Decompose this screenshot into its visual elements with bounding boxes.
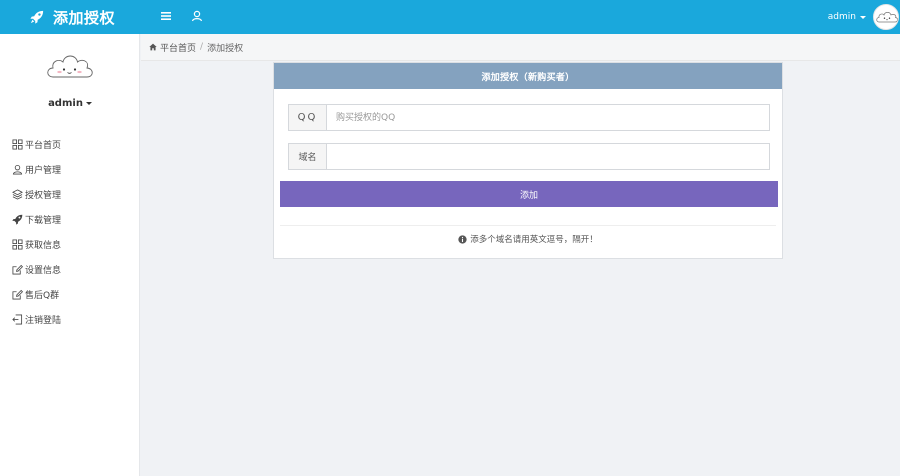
cloud-avatar-icon [876, 12, 898, 23]
layers-icon [12, 189, 23, 200]
edit-icon [12, 289, 23, 300]
sidebar: admin 平台首页 用户管理 授权管理 下载管理 获取信息 设置信息 售后Q群… [0, 34, 140, 476]
cloud-avatar-icon[interactable] [45, 50, 95, 82]
sidebar-item-users[interactable]: 用户管理 [12, 157, 137, 182]
domain-input-group: 域名 [288, 143, 770, 170]
help-tip-text: 添多个域名请用英文逗号，隔开！ [470, 235, 598, 245]
breadcrumb: 平台首页 / 添加授权 [141, 34, 900, 61]
help-tip: 添多个域名请用英文逗号，隔开！ [274, 233, 782, 245]
user-menu-toggle[interactable]: admin [828, 0, 866, 34]
qq-label: QQ [289, 105, 327, 130]
add-license-panel: 添加授权（新购买者） QQ 域名 添加 添多个域名请用英文逗号，隔开！ [273, 62, 783, 259]
caret-down-icon [85, 101, 92, 105]
domain-label: 域名 [289, 144, 327, 169]
sidebar-item-downloads[interactable]: 下载管理 [12, 207, 137, 232]
sidebar-item-fetch-info[interactable]: 获取信息 [12, 232, 137, 257]
sidebar-item-label: 设置信息 [25, 266, 62, 276]
grid-icon [12, 139, 23, 150]
sidebar-item-label: 下载管理 [25, 216, 62, 226]
grid-icon [12, 239, 23, 250]
sidebar-item-settings[interactable]: 设置信息 [12, 257, 137, 282]
user-name: admin [827, 12, 856, 22]
sidebar-item-label: 授权管理 [25, 191, 62, 201]
divider [280, 225, 776, 226]
user-icon [12, 164, 23, 175]
qq-input[interactable] [327, 105, 769, 130]
breadcrumb-home-label: 平台首页 [160, 43, 197, 54]
brand: 添加授权 [30, 0, 115, 34]
sidebar-item-support-group[interactable]: 售后Q群 [12, 282, 137, 307]
avatar[interactable] [873, 4, 899, 30]
page-title: 添加授权 [53, 8, 116, 27]
breadcrumb-current: 添加授权 [207, 43, 244, 54]
menu-toggle-icon[interactable] [160, 10, 172, 22]
sidebar-item-logout[interactable]: 注销登陆 [12, 307, 137, 332]
edit-icon [12, 264, 23, 275]
logout-icon [12, 314, 23, 325]
sidebar-item-label: 售后Q群 [25, 291, 60, 301]
info-circle-icon [458, 234, 467, 244]
breadcrumb-separator: / [200, 42, 204, 52]
add-button[interactable]: 添加 [280, 181, 778, 207]
sidebar-user-name: admin [48, 98, 83, 109]
sidebar-item-label: 平台首页 [25, 141, 62, 151]
home-icon [149, 43, 157, 51]
sidebar-nav: 平台首页 用户管理 授权管理 下载管理 获取信息 设置信息 售后Q群 注销登陆 [12, 132, 137, 332]
user-icon[interactable] [191, 10, 203, 22]
rocket-icon [30, 10, 44, 24]
panel-heading: 添加授权（新购买者） [274, 63, 782, 89]
sidebar-item-home[interactable]: 平台首页 [12, 132, 137, 157]
sidebar-item-label: 获取信息 [25, 241, 62, 251]
top-navbar: 添加授权 admin [0, 0, 900, 34]
sidebar-user-toggle[interactable]: admin [0, 98, 140, 109]
caret-down-icon [860, 15, 866, 19]
domain-input[interactable] [327, 144, 769, 169]
breadcrumb-home[interactable]: 平台首页 [149, 41, 196, 54]
rocket-icon [12, 214, 23, 225]
sidebar-item-label: 注销登陆 [25, 316, 62, 326]
qq-input-group: QQ [288, 104, 770, 131]
sidebar-item-label: 用户管理 [25, 166, 62, 176]
sidebar-item-licenses[interactable]: 授权管理 [12, 182, 137, 207]
